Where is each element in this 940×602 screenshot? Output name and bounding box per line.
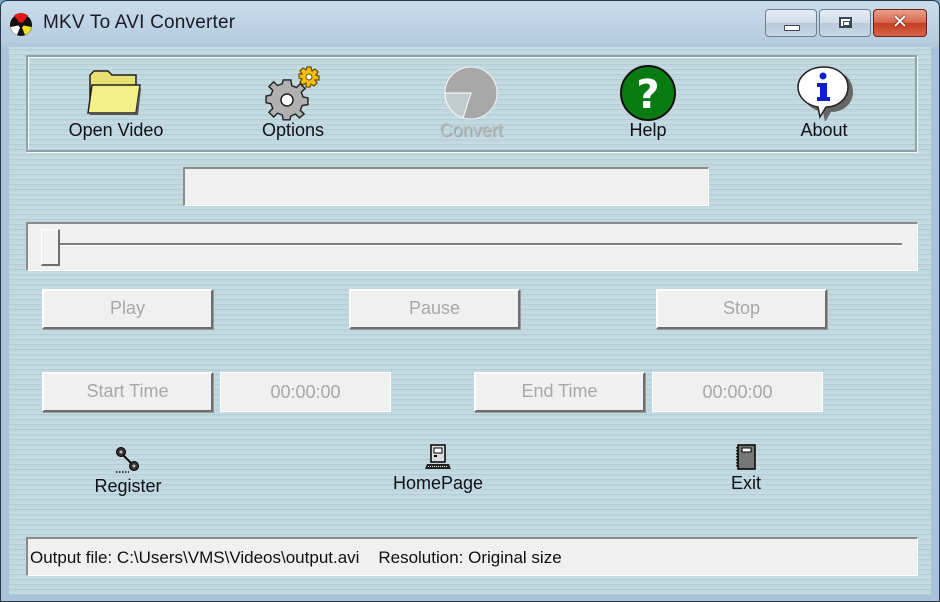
exit-label: Exit (730, 473, 761, 493)
app-window: MKV To AVI Converter ✕ Open Video Option… (0, 0, 940, 602)
status-text: Output file: C:\Users\VMS\Videos\output.… (30, 548, 562, 567)
filename-field[interactable] (183, 167, 709, 206)
close-icon: ✕ (892, 11, 908, 33)
radiation-icon (10, 13, 32, 36)
play-button[interactable]: Play (42, 289, 213, 329)
start-time-button[interactable]: Start Time (42, 372, 213, 412)
about-button[interactable]: About (754, 57, 894, 150)
key-icon (116, 447, 139, 473)
homepage-label: HomePage (392, 473, 484, 493)
slider-thumb[interactable] (41, 229, 60, 266)
end-time-button[interactable]: End Time (474, 372, 645, 412)
status-bar: Output file: C:\Users\VMS\Videos\output.… (26, 537, 918, 576)
close-button[interactable]: ✕ (873, 9, 927, 37)
maximize-icon (839, 17, 852, 28)
client-area: Open Video Options Convert ? Help About … (9, 47, 931, 595)
help-label: Help (629, 120, 667, 140)
open-video-button[interactable]: Open Video (46, 57, 186, 150)
gears-icon (265, 66, 320, 121)
convert-label: Convert (439, 120, 503, 140)
question-mark-icon: ? (620, 65, 676, 121)
folder-icon (87, 70, 141, 115)
title-bar[interactable]: MKV To AVI Converter ✕ (1, 1, 939, 47)
book-icon (736, 444, 756, 470)
convert-button[interactable]: Convert (401, 57, 541, 150)
toolbar: Open Video Options Convert ? Help About (26, 55, 917, 152)
options-button[interactable]: Options (223, 57, 363, 150)
exit-link[interactable]: Exit (686, 443, 806, 494)
register-label: Register (94, 476, 162, 496)
minimize-icon (784, 25, 800, 31)
computer-icon (425, 444, 451, 469)
options-label: Options (261, 120, 325, 140)
pie-chart-icon (444, 66, 498, 120)
end-time-field[interactable]: 00:00:00 (652, 372, 823, 412)
window-title: MKV To AVI Converter (43, 12, 236, 33)
about-label: About (800, 120, 848, 140)
seek-slider[interactable] (26, 222, 918, 271)
maximize-button[interactable] (819, 9, 871, 37)
open-video-label: Open Video (68, 120, 164, 140)
svg-text:?: ? (636, 72, 659, 118)
minimize-button[interactable] (765, 9, 817, 37)
homepage-link[interactable]: HomePage (378, 443, 498, 494)
pause-button[interactable]: Pause (349, 289, 520, 329)
info-bubble-icon (797, 66, 853, 121)
stop-button[interactable]: Stop (656, 289, 827, 329)
register-link[interactable]: Register (68, 445, 188, 497)
start-time-field[interactable]: 00:00:00 (220, 372, 391, 412)
help-button[interactable]: ? Help (578, 57, 718, 150)
slider-track (50, 243, 902, 246)
